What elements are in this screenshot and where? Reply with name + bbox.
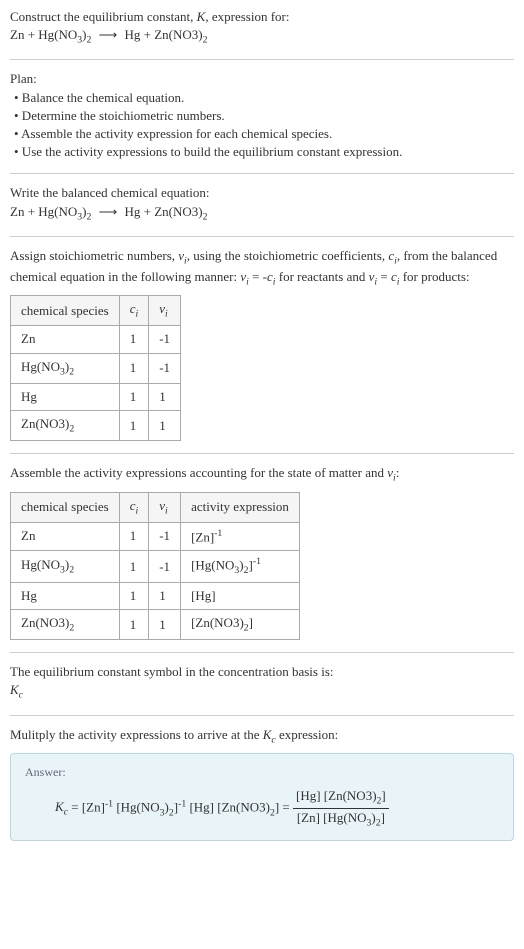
cell-c: 1	[119, 383, 149, 410]
cell-species: Zn	[11, 326, 120, 353]
col-ci: ci	[119, 492, 149, 522]
balanced-heading: Write the balanced chemical equation:	[10, 184, 514, 202]
divider	[10, 236, 514, 237]
stoich-text: Assign stoichiometric numbers, νi, using…	[10, 247, 514, 289]
cell-species: Hg(NO3)2	[11, 551, 120, 583]
intro-section: Construct the equilibrium constant, K, e…	[10, 8, 514, 47]
balanced-equation: Zn + Hg(NO3)2 ⟶ Hg + Zn(NO3)2	[10, 203, 514, 224]
table-header-row: chemical species ci νi	[11, 296, 181, 326]
col-vi: νi	[149, 296, 181, 326]
answer-label: Answer:	[25, 764, 499, 781]
cell-expr: [Hg(NO3)2]-1	[181, 551, 300, 583]
table-row: Hg 1 1 [Hg]	[11, 582, 300, 609]
multiply-section: Mulitply the activity expressions to arr…	[10, 726, 514, 842]
cell-c: 1	[119, 353, 149, 383]
symbol-line2: Kc	[10, 681, 514, 702]
cell-species: Zn	[11, 522, 120, 551]
answer-denominator: [Zn] [Hg(NO3)2]	[293, 809, 389, 830]
divider	[10, 652, 514, 653]
activity-text: Assemble the activity expressions accoun…	[10, 464, 514, 485]
cell-v: 1	[149, 582, 181, 609]
cell-v: -1	[149, 522, 181, 551]
table-row: Hg 1 1	[11, 383, 181, 410]
divider	[10, 173, 514, 174]
table-header-row: chemical species ci νi activity expressi…	[11, 492, 300, 522]
cell-expr: [Zn(NO3)2]	[181, 610, 300, 640]
cell-v: -1	[149, 551, 181, 583]
cell-v: 1	[149, 411, 181, 441]
cell-c: 1	[119, 326, 149, 353]
cell-v: 1	[149, 383, 181, 410]
table-row: Zn(NO3)2 1 1 [Zn(NO3)2]	[11, 610, 300, 640]
answer-box: Answer: Kc = [Zn]-1 [Hg(NO3)2]-1 [Hg] [Z…	[10, 753, 514, 841]
col-vi: νi	[149, 492, 181, 522]
multiply-text: Mulitply the activity expressions to arr…	[10, 726, 514, 747]
answer-numerator: [Hg] [Zn(NO3)2]	[293, 787, 389, 809]
plan-item: • Balance the chemical equation.	[14, 89, 514, 107]
cell-c: 1	[119, 551, 149, 583]
table-row: Zn 1 -1 [Zn]-1	[11, 522, 300, 551]
cell-species: Hg	[11, 582, 120, 609]
col-ci: ci	[119, 296, 149, 326]
plan-list: • Balance the chemical equation. • Deter…	[10, 89, 514, 162]
cell-v: -1	[149, 353, 181, 383]
cell-c: 1	[119, 610, 149, 640]
activity-section: Assemble the activity expressions accoun…	[10, 464, 514, 640]
table-row: Hg(NO3)2 1 -1	[11, 353, 181, 383]
answer-expression: Kc = [Zn]-1 [Hg(NO3)2]-1 [Hg] [Zn(NO3)2]…	[25, 787, 499, 830]
cell-species: Zn(NO3)2	[11, 411, 120, 441]
activity-table: chemical species ci νi activity expressi…	[10, 492, 300, 641]
plan-section: Plan: • Balance the chemical equation. •…	[10, 70, 514, 161]
cell-c: 1	[119, 582, 149, 609]
symbol-section: The equilibrium constant symbol in the c…	[10, 663, 514, 702]
cell-v: -1	[149, 326, 181, 353]
table-row: Zn(NO3)2 1 1	[11, 411, 181, 441]
cell-expr: [Zn]-1	[181, 522, 300, 551]
table-row: Hg(NO3)2 1 -1 [Hg(NO3)2]-1	[11, 551, 300, 583]
col-species: chemical species	[11, 492, 120, 522]
divider	[10, 59, 514, 60]
answer-fraction: [Hg] [Zn(NO3)2] [Zn] [Hg(NO3)2]	[293, 787, 389, 830]
col-expr: activity expression	[181, 492, 300, 522]
cell-species: Zn(NO3)2	[11, 610, 120, 640]
intro-equation: Zn + Hg(NO3)2 ⟶ Hg + Zn(NO3)2	[10, 26, 514, 47]
divider	[10, 715, 514, 716]
cell-species: Hg(NO3)2	[11, 353, 120, 383]
stoich-section: Assign stoichiometric numbers, νi, using…	[10, 247, 514, 442]
balanced-section: Write the balanced chemical equation: Zn…	[10, 184, 514, 223]
cell-c: 1	[119, 411, 149, 441]
plan-item: • Determine the stoichiometric numbers.	[14, 107, 514, 125]
divider	[10, 453, 514, 454]
plan-heading: Plan:	[10, 70, 514, 88]
plan-item: • Assemble the activity expression for e…	[14, 125, 514, 143]
col-species: chemical species	[11, 296, 120, 326]
cell-species: Hg	[11, 383, 120, 410]
cell-c: 1	[119, 522, 149, 551]
cell-expr: [Hg]	[181, 582, 300, 609]
cell-v: 1	[149, 610, 181, 640]
plan-item: • Use the activity expressions to build …	[14, 143, 514, 161]
intro-line1: Construct the equilibrium constant, K, e…	[10, 8, 514, 26]
table-row: Zn 1 -1	[11, 326, 181, 353]
stoich-table: chemical species ci νi Zn 1 -1 Hg(NO3)2 …	[10, 295, 181, 441]
symbol-line1: The equilibrium constant symbol in the c…	[10, 663, 514, 681]
